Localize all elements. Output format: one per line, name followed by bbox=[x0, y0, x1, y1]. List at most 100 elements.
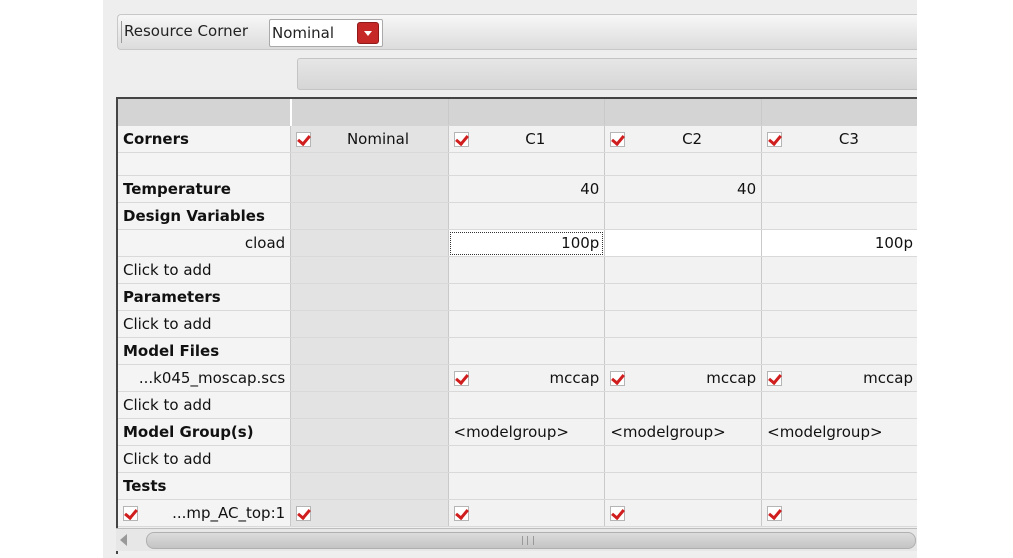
empty-cell bbox=[761, 391, 917, 419]
corners-setup-panel: Resource Corner Nominal Corners Nominal bbox=[103, 0, 917, 558]
section-cell bbox=[761, 202, 917, 230]
corner-name: Nominal bbox=[346, 130, 409, 148]
section-cell bbox=[761, 337, 917, 365]
spacer-cell bbox=[761, 152, 917, 176]
checkbox-checked-icon[interactable] bbox=[123, 506, 138, 521]
spacer-cell bbox=[604, 152, 763, 176]
temperature-cell[interactable] bbox=[290, 175, 449, 203]
checkbox-checked-icon[interactable] bbox=[453, 132, 469, 147]
header-cell bbox=[761, 99, 917, 126]
corners-label: Corners bbox=[118, 125, 292, 153]
empty-cell bbox=[761, 256, 917, 284]
cload-cell[interactable] bbox=[604, 229, 763, 257]
resource-corner-select[interactable]: Nominal bbox=[269, 19, 383, 47]
parameters-label: Parameters bbox=[118, 283, 292, 311]
filter-bar bbox=[297, 58, 917, 90]
section-cell bbox=[290, 283, 449, 311]
section-cell bbox=[448, 202, 606, 230]
checkbox-checked-icon[interactable] bbox=[453, 506, 469, 521]
empty-cell bbox=[290, 364, 449, 392]
spacer-cell bbox=[448, 152, 606, 176]
checkbox-checked-icon[interactable] bbox=[610, 371, 626, 386]
empty-cell bbox=[290, 445, 449, 473]
temperature-label: Temperature bbox=[118, 175, 292, 203]
test-row: ...mp_AC_top:1 bbox=[118, 499, 917, 527]
model-file-cell[interactable]: mccap bbox=[604, 364, 763, 392]
empty-cell bbox=[290, 256, 449, 284]
model-group-cell[interactable]: <modelgroup> bbox=[604, 418, 763, 446]
model-group-cell[interactable]: <modelgroup> bbox=[761, 418, 917, 446]
checkbox-checked-icon[interactable] bbox=[767, 371, 783, 386]
test-enable-cell[interactable] bbox=[604, 499, 763, 527]
corners-grid: Corners Nominal C1 C2 C3 Temperature 40 … bbox=[116, 97, 917, 554]
model-group-cell[interactable]: <modelgroup> bbox=[448, 418, 606, 446]
scroll-left-icon[interactable] bbox=[120, 534, 127, 546]
model-groups-row: Model Group(s) <modelgroup> <modelgroup>… bbox=[118, 418, 917, 446]
test-enable-cell[interactable] bbox=[290, 499, 449, 527]
empty-cell bbox=[290, 391, 449, 419]
resource-corner-toolbar: Resource Corner Nominal bbox=[117, 14, 917, 50]
corner-name: C3 bbox=[838, 130, 859, 148]
model-section-value: mccap bbox=[863, 369, 913, 387]
design-variables-label: Design Variables bbox=[118, 202, 292, 230]
section-cell bbox=[290, 202, 449, 230]
model-files-label: Model Files bbox=[118, 337, 292, 365]
cload-cell-selected[interactable]: 100p bbox=[448, 229, 606, 257]
grip-icon bbox=[522, 536, 534, 545]
corner-column-c1[interactable]: C1 bbox=[448, 125, 606, 153]
resource-corner-label: Resource Corner bbox=[124, 22, 249, 40]
click-to-add[interactable]: Click to add bbox=[118, 445, 292, 473]
model-file-cell[interactable]: mccap bbox=[448, 364, 606, 392]
temperature-cell[interactable]: 40 bbox=[604, 175, 763, 203]
empty-cell bbox=[604, 256, 763, 284]
temperature-cell[interactable] bbox=[761, 175, 917, 203]
checkbox-checked-icon[interactable] bbox=[610, 506, 626, 521]
checkbox-checked-icon[interactable] bbox=[610, 132, 626, 147]
cload-cell[interactable]: 100p bbox=[761, 229, 917, 257]
cload-cell[interactable] bbox=[290, 229, 449, 257]
model-files-row: Model Files bbox=[118, 337, 917, 365]
chevron-down-icon[interactable] bbox=[357, 22, 379, 44]
empty-cell bbox=[448, 256, 606, 284]
model-group-add-row: Click to add bbox=[118, 445, 917, 473]
checkbox-checked-icon[interactable] bbox=[453, 371, 469, 386]
section-cell bbox=[448, 472, 606, 500]
section-cell bbox=[604, 337, 763, 365]
tests-row: Tests bbox=[118, 472, 917, 500]
header-cell bbox=[604, 99, 763, 126]
checkbox-checked-icon[interactable] bbox=[296, 506, 312, 521]
resource-corner-value: Nominal bbox=[272, 24, 335, 42]
section-cell bbox=[761, 283, 917, 311]
test-enable-cell[interactable] bbox=[448, 499, 606, 527]
tests-label: Tests bbox=[118, 472, 292, 500]
click-to-add[interactable]: Click to add bbox=[118, 256, 292, 284]
empty-cell bbox=[604, 310, 763, 338]
click-to-add[interactable]: Click to add bbox=[118, 310, 292, 338]
corner-column-c3[interactable]: C3 bbox=[761, 125, 917, 153]
cload-row: cload 100p 100p bbox=[118, 229, 917, 257]
section-cell bbox=[604, 202, 763, 230]
corners-row: Corners Nominal C1 C2 C3 bbox=[118, 125, 917, 153]
corner-column-nominal[interactable]: Nominal bbox=[290, 125, 449, 153]
parameters-row: Parameters bbox=[118, 283, 917, 311]
grid-header-row bbox=[118, 99, 917, 126]
header-cell bbox=[448, 99, 606, 126]
corner-column-c2[interactable]: C2 bbox=[604, 125, 763, 153]
model-file-cell[interactable]: mccap bbox=[761, 364, 917, 392]
test-enable-cell[interactable] bbox=[761, 499, 917, 527]
checkbox-checked-icon[interactable] bbox=[296, 132, 312, 147]
horizontal-scrollbar[interactable] bbox=[116, 528, 917, 551]
empty-cell bbox=[290, 310, 449, 338]
empty-cell bbox=[761, 445, 917, 473]
empty-cell bbox=[448, 391, 606, 419]
scrollbar-thumb[interactable] bbox=[146, 532, 916, 549]
empty-cell bbox=[761, 310, 917, 338]
test-name-cell[interactable]: ...mp_AC_top:1 bbox=[118, 499, 292, 527]
empty-cell bbox=[448, 445, 606, 473]
checkbox-checked-icon[interactable] bbox=[767, 132, 783, 147]
corner-name: C2 bbox=[682, 130, 703, 148]
checkbox-checked-icon[interactable] bbox=[767, 506, 783, 521]
click-to-add[interactable]: Click to add bbox=[118, 391, 292, 419]
cload-label: cload bbox=[118, 229, 292, 257]
temperature-cell[interactable]: 40 bbox=[448, 175, 606, 203]
